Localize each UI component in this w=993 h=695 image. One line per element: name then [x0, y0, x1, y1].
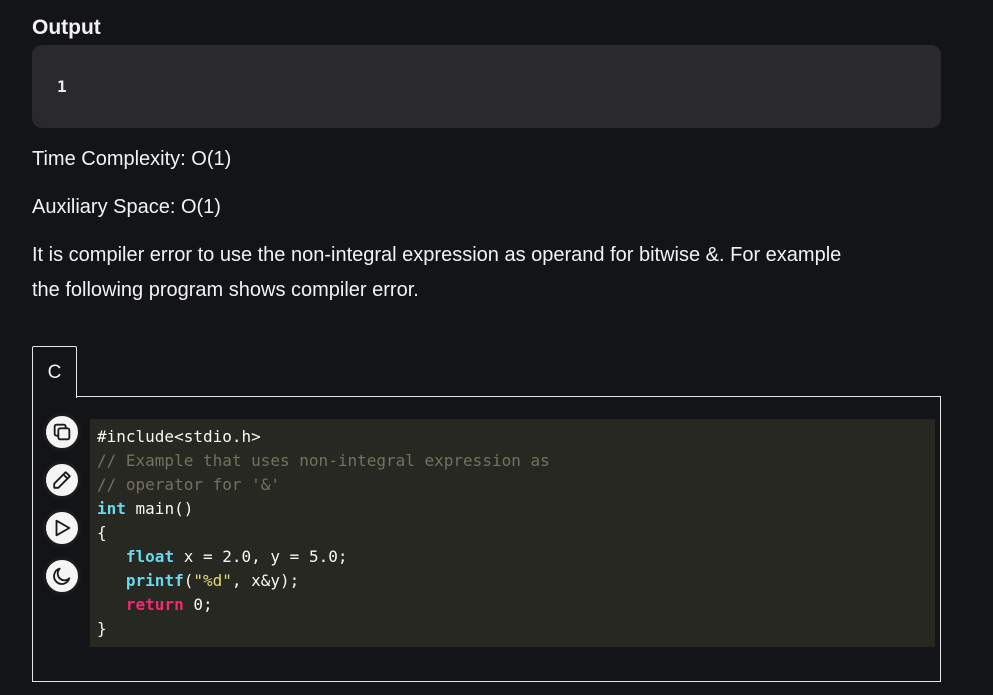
- code-line-4: int main(): [97, 499, 194, 518]
- code-line-1: #include<stdio.h>: [97, 427, 261, 446]
- code-line-2: // Example that uses non-integral expres…: [97, 451, 550, 470]
- code-line-3: // operator for '&': [97, 475, 281, 494]
- time-complexity-text: Time Complexity: O(1): [32, 148, 232, 170]
- auxiliary-space-text: Auxiliary Space: O(1): [32, 196, 221, 218]
- output-heading: Output: [32, 16, 101, 39]
- moon-icon: [53, 567, 71, 585]
- code-line-6: float x = 2.0, y = 5.0;: [125, 547, 348, 566]
- description-line-1: It is compiler error to use the non-inte…: [32, 244, 842, 266]
- edit-button[interactable]: [43, 461, 81, 499]
- article-page: Output 1 Time Complexity: O(1) Auxiliary…: [0, 0, 993, 695]
- copy-button[interactable]: [43, 413, 81, 451]
- theme-toggle-button[interactable]: [43, 557, 81, 595]
- copy-icon: [53, 423, 71, 441]
- output-value: 1: [57, 77, 67, 96]
- code-editor[interactable]: #include<stdio.h> // Example that uses n…: [90, 419, 935, 647]
- code-frame: #include<stdio.h> // Example that uses n…: [32, 396, 941, 682]
- code-line-7: printf("%d", x&y);: [125, 571, 300, 590]
- pencil-icon: [53, 471, 71, 489]
- run-button[interactable]: [43, 509, 81, 547]
- play-icon: [55, 519, 71, 537]
- code-line-9: }: [97, 619, 107, 638]
- output-box: 1: [32, 45, 941, 128]
- language-tab-c[interactable]: C: [32, 346, 77, 398]
- description-line-2: the following program shows compiler err…: [32, 279, 419, 301]
- code-line-5: {: [97, 523, 107, 542]
- code-line-8: return 0;: [125, 595, 213, 614]
- description-paragraph: It is compiler error to use the non-inte…: [32, 238, 932, 308]
